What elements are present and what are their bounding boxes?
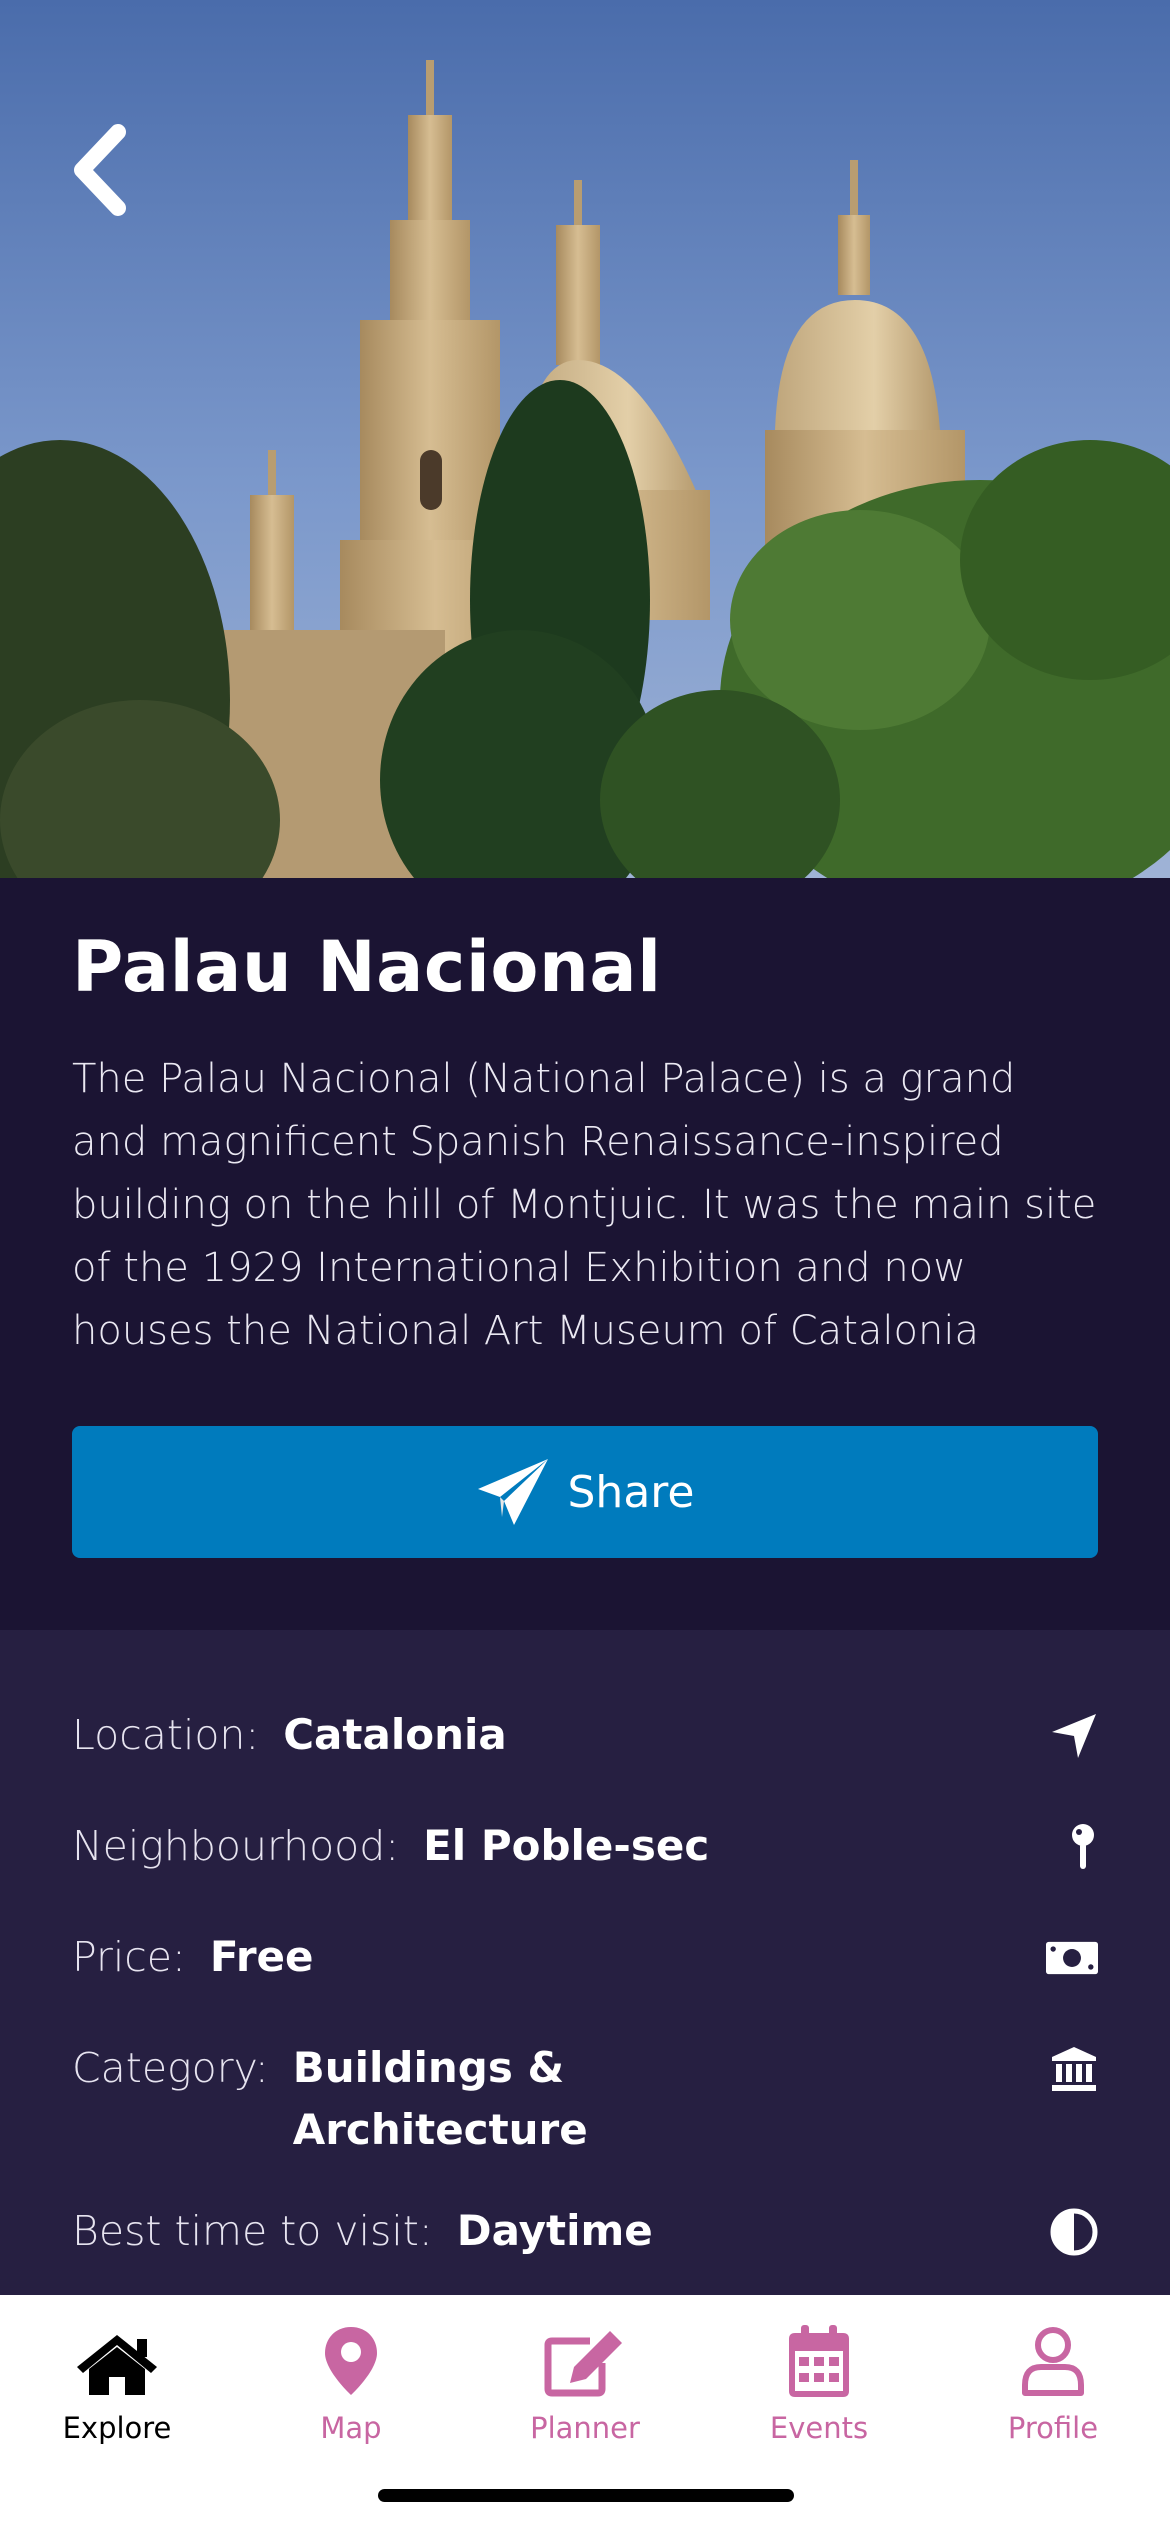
detail-row-location: Location: Catalonia bbox=[72, 1704, 1098, 1766]
detail-value: Catalonia bbox=[283, 1710, 507, 1759]
tab-events[interactable]: Events bbox=[702, 2319, 936, 2479]
tab-label: Planner bbox=[530, 2411, 640, 2445]
detail-label: Best time to visit: bbox=[72, 2207, 433, 2255]
details-section: Location: Catalonia Neighbourhood: El Po… bbox=[0, 1630, 1170, 2295]
tab-planner[interactable]: Planner bbox=[468, 2319, 702, 2479]
detail-row-best-time: Best time to visit: Daytime bbox=[72, 2200, 1098, 2262]
tab-label: Map bbox=[320, 2411, 382, 2445]
detail-value: Daytime bbox=[456, 2206, 653, 2255]
detail-label: Category: bbox=[72, 2044, 269, 2092]
palau-nacional-photo bbox=[0, 0, 1170, 878]
tab-label: Events bbox=[769, 2411, 869, 2445]
detail-label: Price: bbox=[72, 1933, 186, 1981]
half-circle-icon bbox=[1046, 2208, 1098, 2256]
map-marker-icon bbox=[323, 2319, 379, 2397]
pin-icon bbox=[1046, 1823, 1098, 1871]
detail-value: Buildings & Architecture bbox=[292, 2043, 588, 2154]
landmark-icon bbox=[1046, 2045, 1098, 2093]
detail-row-category: Category: Buildings & Architecture bbox=[72, 2037, 1098, 2161]
detail-value: Free bbox=[209, 1932, 314, 1981]
detail-label: Neighbourhood: bbox=[72, 1822, 400, 1870]
edit-icon bbox=[544, 2319, 626, 2397]
back-button[interactable] bbox=[60, 120, 140, 220]
location-arrow-icon bbox=[1046, 1712, 1098, 1760]
place-info: Palau Nacional The Palau Nacional (Natio… bbox=[0, 878, 1170, 1630]
user-icon bbox=[1021, 2319, 1085, 2397]
paper-plane-icon bbox=[477, 1459, 548, 1525]
detail-row-price: Price: Free bbox=[72, 1926, 1098, 1988]
home-icon bbox=[75, 2319, 159, 2397]
detail-value: El Poble-sec bbox=[423, 1821, 710, 1870]
calendar-icon bbox=[787, 2319, 851, 2397]
tab-profile[interactable]: Profile bbox=[936, 2319, 1170, 2479]
chevron-left-icon bbox=[74, 124, 126, 216]
home-indicator bbox=[378, 2489, 794, 2502]
detail-label: Location: bbox=[72, 1711, 260, 1759]
share-button[interactable]: Share bbox=[72, 1426, 1098, 1558]
share-label: Share bbox=[567, 1466, 695, 1518]
money-icon bbox=[1046, 1934, 1098, 1982]
place-title: Palau Nacional bbox=[72, 926, 662, 1008]
tab-label: Profile bbox=[1007, 2411, 1099, 2445]
tab-explore[interactable]: Explore bbox=[0, 2319, 234, 2479]
place-description: The Palau Nacional (National Palace) is … bbox=[72, 1056, 1097, 1354]
tab-map[interactable]: Map bbox=[234, 2319, 468, 2479]
tab-label: Explore bbox=[62, 2411, 172, 2445]
detail-row-neighbourhood: Neighbourhood: El Poble-sec bbox=[72, 1815, 1098, 1877]
hero-image bbox=[0, 0, 1170, 878]
